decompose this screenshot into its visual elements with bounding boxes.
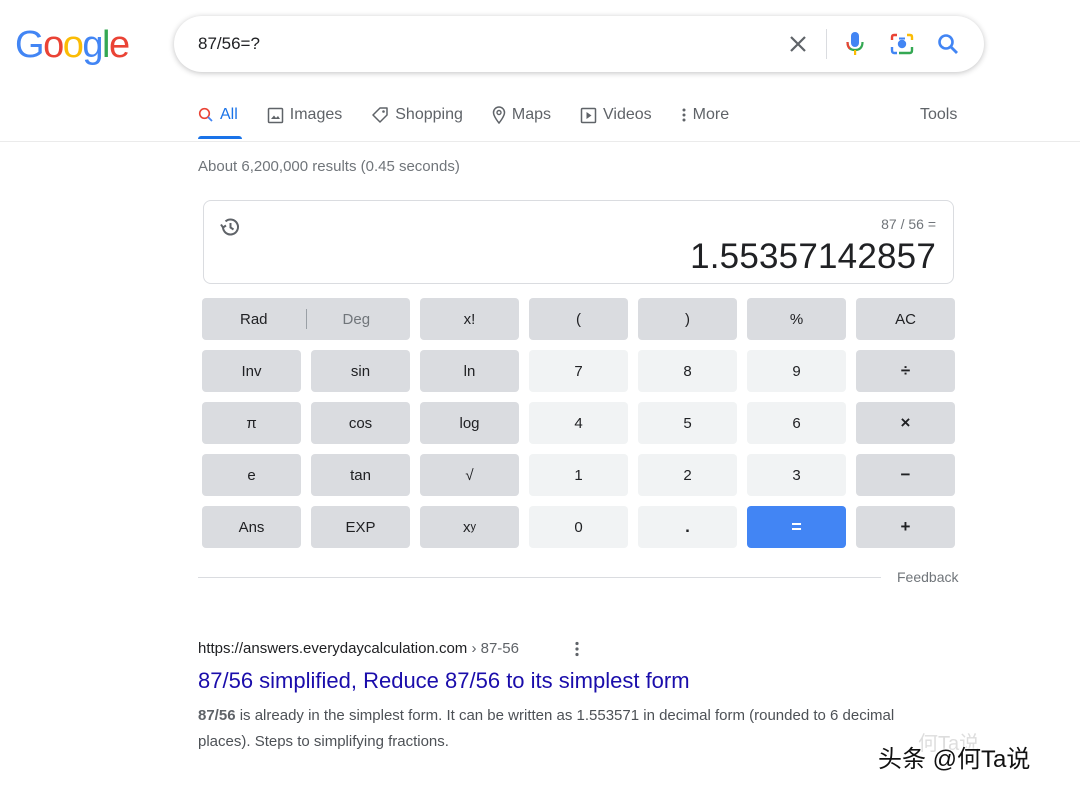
- pi-button[interactable]: π: [202, 402, 301, 444]
- vertical-dots-icon[interactable]: [570, 640, 584, 658]
- left-paren-button[interactable]: (: [529, 298, 628, 340]
- header-divider: [0, 141, 1080, 142]
- digit-2-button[interactable]: 2: [638, 454, 737, 496]
- sin-button[interactable]: sin: [311, 350, 410, 392]
- result-snippet: 87/56 is already in the simplest form. I…: [198, 703, 918, 755]
- snippet-highlight: 87/56: [198, 707, 236, 724]
- tab-label: All: [220, 106, 238, 123]
- digit-8-button[interactable]: 8: [638, 350, 737, 392]
- snippet-text: is already in the simplest form. It can …: [198, 707, 895, 750]
- inverse-button[interactable]: Inv: [202, 350, 301, 392]
- camera-icon[interactable]: [888, 30, 916, 58]
- power-button[interactable]: xy: [420, 506, 519, 548]
- answer-button[interactable]: Ans: [202, 506, 301, 548]
- feedback-link[interactable]: Feedback: [897, 569, 958, 585]
- search-divider: [826, 29, 827, 59]
- history-icon[interactable]: [218, 215, 242, 239]
- all-clear-button[interactable]: AC: [856, 298, 955, 340]
- tab-more[interactable]: More: [681, 104, 729, 126]
- microphone-icon[interactable]: [841, 30, 869, 58]
- calculator-keypad: Rad Deg x! ( ) % AC Inv sin ln 7 8 9 ÷ π…: [202, 298, 955, 548]
- tab-label: Videos: [603, 106, 652, 123]
- result-title-link[interactable]: 87/56 simplified, Reduce 87/56 to its si…: [198, 668, 690, 694]
- exp-button[interactable]: EXP: [311, 506, 410, 548]
- feedback-divider: [198, 577, 881, 578]
- calculator-display: 87 / 56 = 1.55357142857: [203, 200, 954, 284]
- search-input[interactable]: 87/56=?: [198, 34, 260, 54]
- decimal-point-button[interactable]: .: [638, 506, 737, 548]
- power-base: x: [463, 518, 471, 536]
- tools-button[interactable]: Tools: [920, 106, 957, 124]
- tan-button[interactable]: tan: [311, 454, 410, 496]
- tab-shopping[interactable]: Shopping: [371, 104, 463, 126]
- deg-button[interactable]: Deg: [343, 311, 371, 328]
- digit-3-button[interactable]: 3: [747, 454, 846, 496]
- power-exponent: y: [470, 521, 477, 533]
- log-button[interactable]: log: [420, 402, 519, 444]
- sqrt-button[interactable]: √: [420, 454, 519, 496]
- vertical-dots-icon: [682, 108, 686, 122]
- search-icon: [198, 107, 213, 122]
- logo-letter: o: [43, 24, 64, 66]
- ln-button[interactable]: ln: [420, 350, 519, 392]
- logo-letter: G: [15, 24, 45, 66]
- divide-button[interactable]: ÷: [856, 350, 955, 392]
- search-tabs: All Images Shopping Maps Videos More: [198, 104, 758, 132]
- digit-4-button[interactable]: 4: [529, 402, 628, 444]
- google-logo[interactable]: Google: [15, 24, 130, 66]
- tag-icon: [372, 107, 388, 123]
- digit-6-button[interactable]: 6: [747, 402, 846, 444]
- e-button[interactable]: e: [202, 454, 301, 496]
- search-box[interactable]: 87/56=?: [174, 16, 984, 72]
- tab-maps[interactable]: Maps: [492, 104, 551, 126]
- tab-all[interactable]: All: [198, 104, 238, 126]
- result-breadcrumb: › 87-56: [467, 640, 519, 657]
- result-url[interactable]: https://answers.everydaycalculation.com …: [198, 640, 519, 657]
- cos-button[interactable]: cos: [311, 402, 410, 444]
- digit-5-button[interactable]: 5: [638, 402, 737, 444]
- add-button[interactable]: +: [856, 506, 955, 548]
- subtract-button[interactable]: −: [856, 454, 955, 496]
- logo-letter: l: [101, 24, 110, 66]
- equals-button[interactable]: =: [747, 506, 846, 548]
- multiply-button[interactable]: ×: [856, 402, 955, 444]
- rad-button[interactable]: Rad: [240, 311, 268, 328]
- digit-0-button[interactable]: 0: [529, 506, 628, 548]
- tab-label: Images: [289, 106, 343, 123]
- search-icon[interactable]: [934, 30, 962, 58]
- tab-label: More: [692, 106, 730, 123]
- percent-button[interactable]: %: [747, 298, 846, 340]
- logo-letter: o: [62, 24, 84, 66]
- result-domain: https://answers.everydaycalculation.com: [198, 640, 468, 657]
- play-icon: [580, 107, 597, 123]
- tab-images[interactable]: Images: [267, 104, 342, 126]
- digit-7-button[interactable]: 7: [529, 350, 628, 392]
- watermark: 头条 @何Ta说: [878, 746, 1031, 773]
- factorial-button[interactable]: x!: [420, 298, 519, 340]
- calculator-result: 1.55357142857: [690, 237, 936, 276]
- close-icon[interactable]: [784, 30, 812, 58]
- tab-label: Maps: [511, 106, 551, 123]
- rad-deg-toggle[interactable]: Rad Deg: [202, 298, 410, 340]
- digit-9-button[interactable]: 9: [747, 350, 846, 392]
- logo-letter: g: [82, 24, 103, 66]
- map-pin-icon: [492, 106, 506, 124]
- right-paren-button[interactable]: ): [638, 298, 737, 340]
- image-icon: [267, 107, 284, 123]
- tab-videos[interactable]: Videos: [580, 104, 652, 126]
- logo-letter: e: [108, 24, 130, 66]
- calculator-expression: 87 / 56 =: [881, 216, 936, 232]
- rad-deg-divider: [305, 309, 307, 329]
- tab-label: Shopping: [395, 106, 463, 123]
- digit-1-button[interactable]: 1: [529, 454, 628, 496]
- result-stats: About 6,200,000 results (0.45 seconds): [198, 158, 460, 175]
- active-tab-indicator: [198, 136, 242, 139]
